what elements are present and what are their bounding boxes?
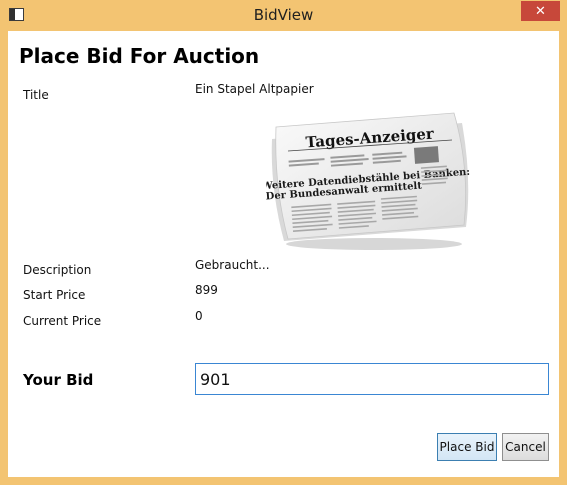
your-bid-label: Your Bid (23, 371, 94, 389)
window-title: BidView (253, 6, 314, 24)
current-price-label: Current Price (23, 314, 102, 328)
description-label: Description (23, 263, 92, 277)
description-value: Gebraucht... (195, 258, 270, 272)
title-value: Ein Stapel Altpapier (195, 82, 314, 96)
bidview-window: BidView ✕ Place Bid For Auction Title Ei… (0, 0, 567, 485)
bid-amount-input[interactable] (195, 363, 549, 395)
page-title: Place Bid For Auction (19, 44, 260, 68)
place-bid-button[interactable]: Place Bid (437, 433, 497, 461)
cancel-button[interactable]: Cancel (502, 433, 549, 461)
current-price-value: 0 (195, 309, 203, 323)
window-content: Place Bid For Auction Title Ein Stapel A… (8, 31, 559, 477)
start-price-value: 899 (195, 283, 218, 297)
item-newspaper-image: Tages-Anzeiger Weitere Datendiebstähle b… (266, 112, 470, 250)
close-button[interactable]: ✕ (521, 1, 560, 21)
close-icon: ✕ (535, 3, 546, 19)
title-bar[interactable]: BidView ✕ (0, 0, 567, 31)
title-label: Title (23, 88, 49, 102)
start-price-label: Start Price (23, 288, 86, 302)
